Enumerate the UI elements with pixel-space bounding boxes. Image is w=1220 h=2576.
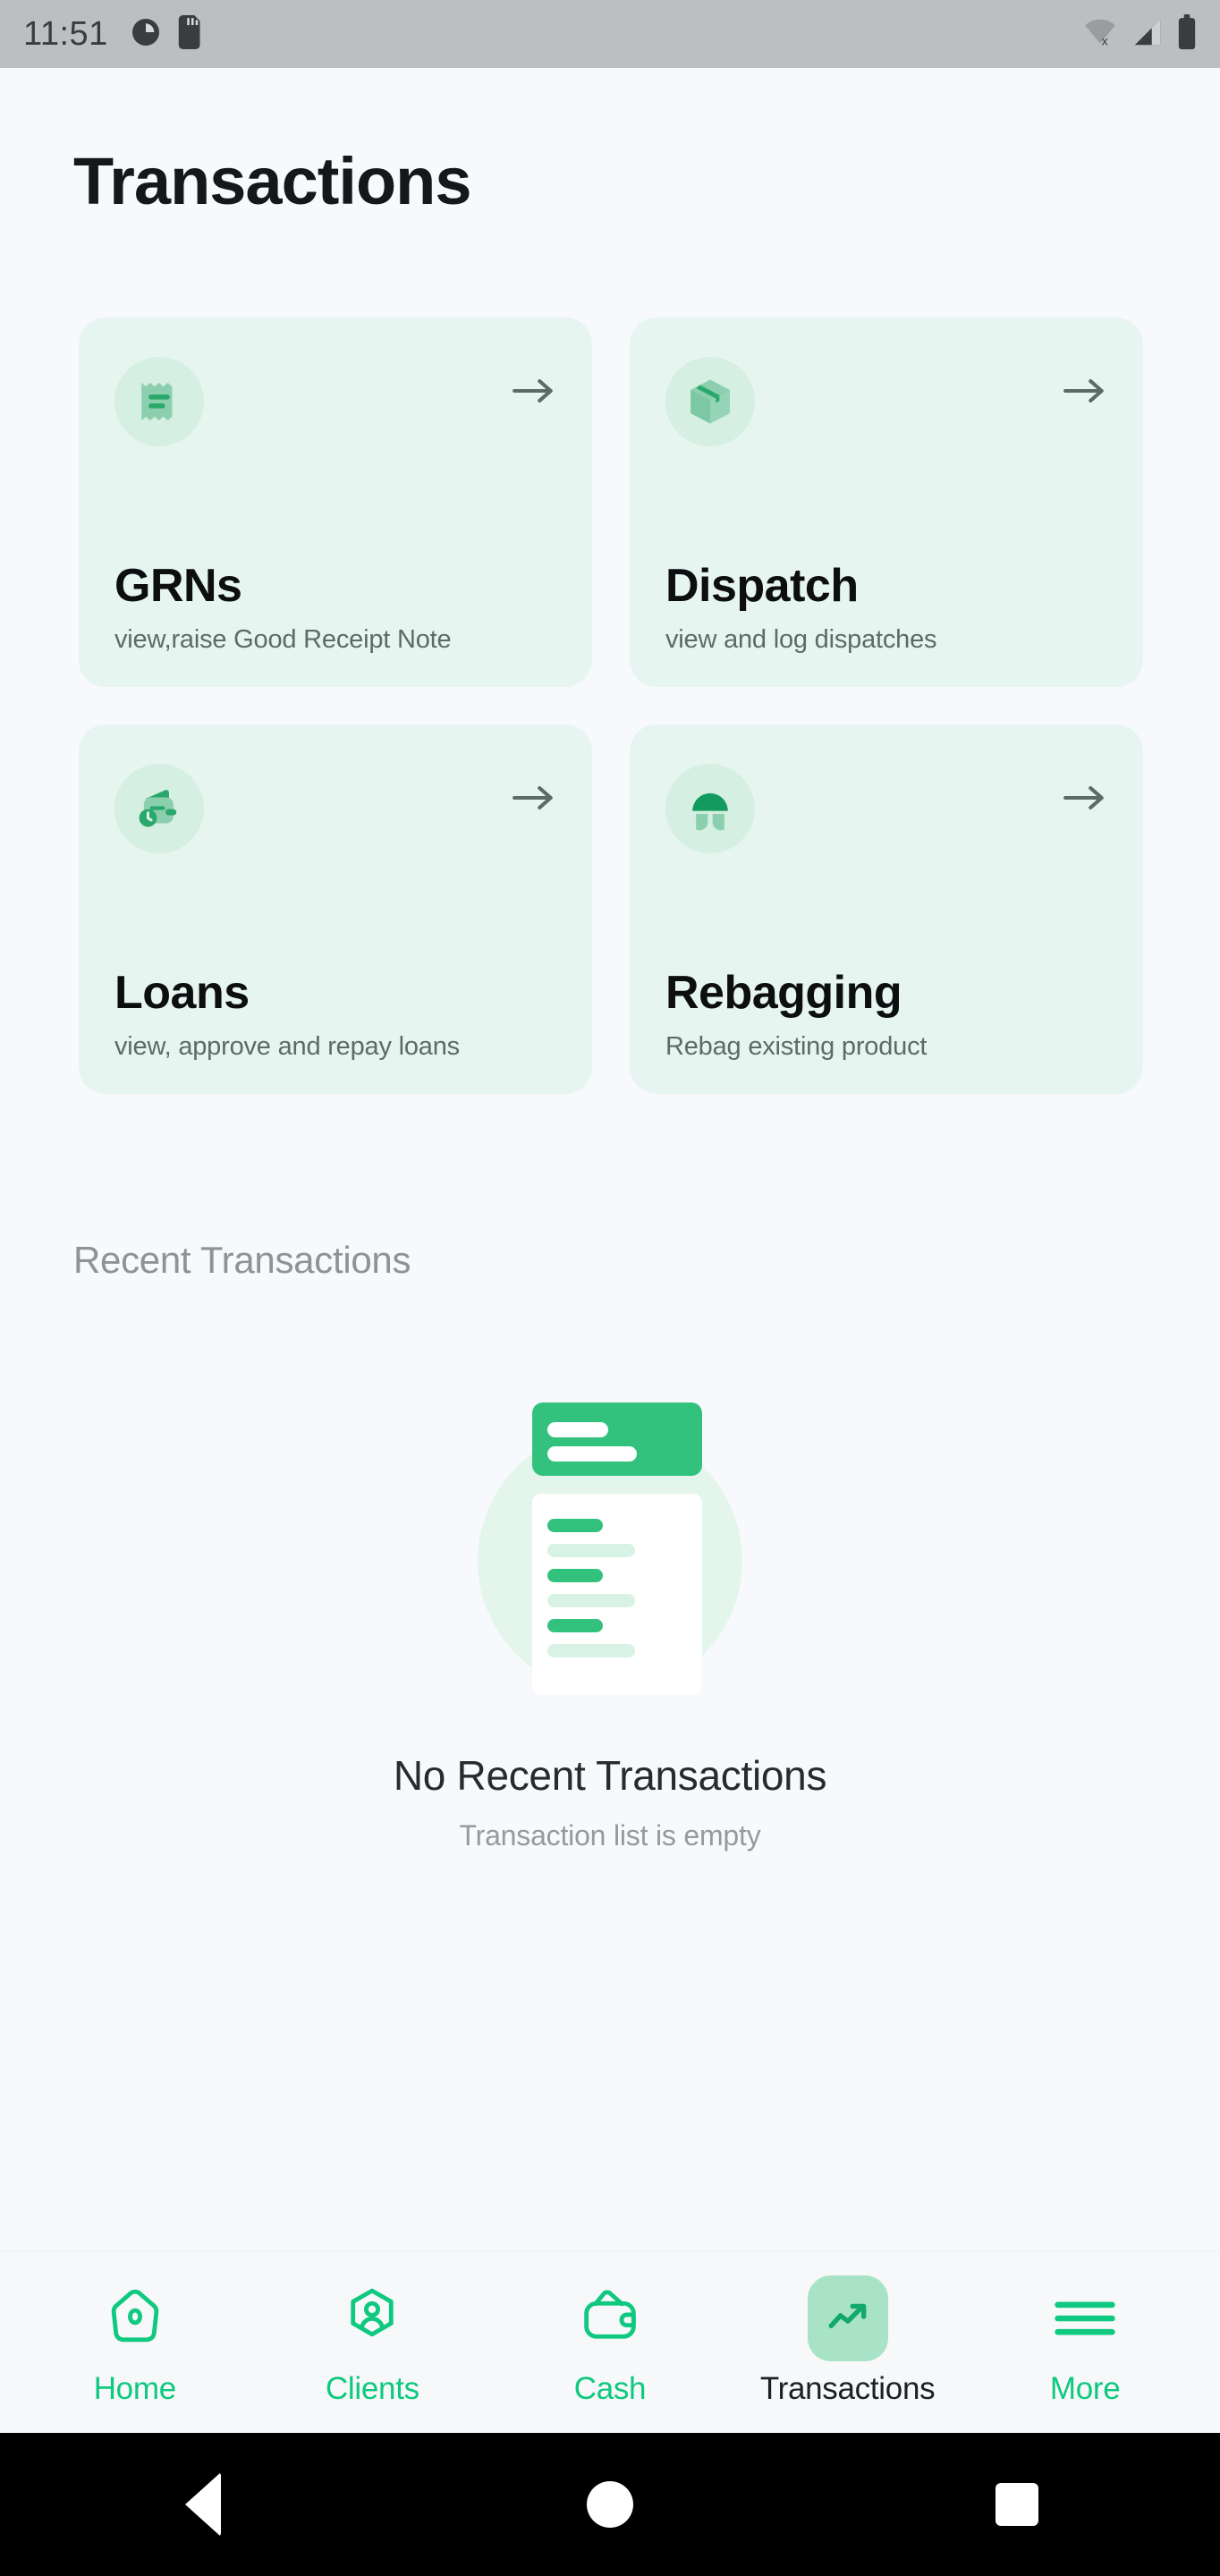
arrow-right-icon[interactable] xyxy=(1063,377,1107,410)
action-card-title: GRNs xyxy=(114,560,242,613)
action-card-title: Loans xyxy=(114,967,250,1020)
action-card-subtitle: view and log dispatches xyxy=(665,625,937,654)
home-circle-icon[interactable] xyxy=(521,2481,699,2528)
action-card-dispatch[interactable]: Dispatch view and log dispatches xyxy=(630,318,1143,687)
arrow-right-icon[interactable] xyxy=(512,377,556,410)
nav-item-more[interactable]: More xyxy=(981,2278,1189,2407)
nav-item-cash[interactable]: Cash xyxy=(506,2278,714,2407)
back-triangle-icon[interactable] xyxy=(114,2472,292,2537)
empty-document-list-icon xyxy=(453,1368,767,1717)
action-card-grid: GRNs view,raise Good Receipt Note Dispat… xyxy=(79,318,1143,1094)
nav-item-home[interactable]: Home xyxy=(31,2278,239,2407)
wallet-clock-icon xyxy=(114,764,204,853)
trending-up-icon xyxy=(807,2275,888,2361)
nav-item-clients[interactable]: Clients xyxy=(268,2278,476,2407)
action-card-title: Dispatch xyxy=(665,560,859,613)
action-card-subtitle: view, approve and repay loans xyxy=(114,1032,460,1061)
sd-card-icon xyxy=(178,14,205,54)
action-card-grns[interactable]: GRNs view,raise Good Receipt Note xyxy=(79,318,592,687)
action-card-loans[interactable]: Loans view, approve and repay loans xyxy=(79,724,592,1094)
action-card-title: Rebagging xyxy=(665,967,902,1020)
android-system-nav xyxy=(0,2433,1220,2576)
user-hexagon-icon xyxy=(338,2278,406,2359)
home-icon xyxy=(101,2278,169,2359)
nav-label: Cash xyxy=(573,2370,647,2406)
bag-dome-icon xyxy=(665,764,755,853)
battery-icon xyxy=(1177,13,1197,55)
receipt-icon xyxy=(114,357,204,446)
svg-text:x: x xyxy=(1102,34,1108,48)
nav-label: Home xyxy=(93,2370,176,2406)
arrow-right-icon[interactable] xyxy=(1063,784,1107,817)
nav-label: Clients xyxy=(325,2370,419,2406)
status-bar-time: 11:51 xyxy=(23,14,108,53)
clock-icon xyxy=(130,16,162,53)
recent-transactions-heading: Recent Transactions xyxy=(73,1239,411,1281)
arrow-right-icon[interactable] xyxy=(512,784,556,817)
wallet-icon xyxy=(576,2278,644,2359)
status-bar: 11:51 x xyxy=(0,0,1220,68)
hamburger-menu-icon xyxy=(1051,2278,1119,2359)
nav-item-transactions[interactable]: Transactions xyxy=(744,2275,952,2407)
action-card-subtitle: view,raise Good Receipt Note xyxy=(114,625,452,654)
bottom-navigation-bar: Home Clients Cash Transactions More xyxy=(0,2250,1220,2433)
empty-state: No Recent Transactions Transaction list … xyxy=(0,1368,1220,1852)
empty-state-subtitle: Transaction list is empty xyxy=(459,1819,761,1852)
app-screen: 11:51 x Transactions GRNs view,raise Goo… xyxy=(0,0,1220,2576)
action-card-subtitle: Rebag existing product xyxy=(665,1032,928,1061)
action-card-rebagging[interactable]: Rebagging Rebag existing product xyxy=(630,724,1143,1094)
package-box-icon xyxy=(665,357,755,446)
nav-label: Transactions xyxy=(759,2370,936,2406)
recents-square-icon[interactable] xyxy=(928,2483,1106,2526)
empty-state-title: No Recent Transactions xyxy=(393,1752,827,1799)
wifi-off-icon: x xyxy=(1082,15,1118,54)
nav-label: More xyxy=(1049,2370,1121,2406)
page-title: Transactions xyxy=(73,144,472,218)
cellular-signal-icon xyxy=(1131,15,1165,54)
